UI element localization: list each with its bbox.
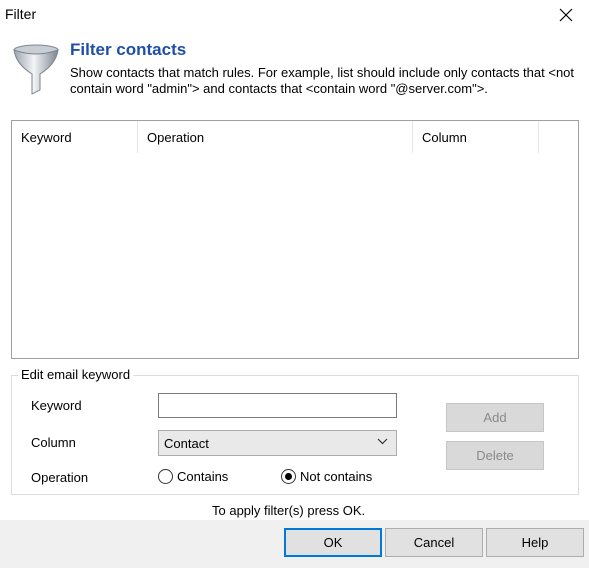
ok-button[interactable]: OK xyxy=(284,528,382,557)
keyword-input[interactable] xyxy=(158,393,397,418)
column-select[interactable]: Contact xyxy=(158,430,397,456)
column-header-operation[interactable]: Operation xyxy=(138,121,413,153)
radio-contains-label: Contains xyxy=(177,469,229,484)
window-titlebar: Filter xyxy=(0,0,589,30)
column-header-keyword[interactable]: Keyword xyxy=(12,121,138,153)
funnel-icon xyxy=(12,44,60,96)
apply-hint: To apply filter(s) press OK. xyxy=(212,503,366,518)
dialog-footer: OK Cancel Help xyxy=(0,520,589,568)
radio-unchecked-icon xyxy=(158,469,173,484)
close-button[interactable] xyxy=(543,0,589,30)
chevron-down-icon xyxy=(377,438,388,445)
keyword-label: Keyword xyxy=(31,398,82,413)
column-label: Column xyxy=(31,435,76,450)
radio-checked-icon xyxy=(281,469,296,484)
rules-list[interactable]: Keyword Operation Column xyxy=(11,120,579,359)
close-icon xyxy=(559,8,573,22)
radio-not-contains-label: Not contains xyxy=(300,469,373,484)
operation-label: Operation xyxy=(31,470,89,485)
add-button[interactable]: Add xyxy=(446,403,544,432)
group-label: Edit email keyword xyxy=(18,367,134,382)
page-title: Filter contacts xyxy=(70,40,187,59)
list-header: Keyword Operation Column xyxy=(12,121,578,153)
window-title: Filter xyxy=(5,6,37,22)
delete-button[interactable]: Delete xyxy=(446,441,544,470)
cancel-button[interactable]: Cancel xyxy=(385,528,483,557)
radio-not-contains[interactable]: Not contains xyxy=(281,469,372,484)
column-select-value: Contact xyxy=(164,436,209,451)
column-header-column[interactable]: Column xyxy=(413,121,539,153)
help-button[interactable]: Help xyxy=(486,528,584,557)
page-description: Show contacts that match rules. For exam… xyxy=(70,65,575,96)
radio-contains[interactable]: Contains xyxy=(158,469,228,484)
